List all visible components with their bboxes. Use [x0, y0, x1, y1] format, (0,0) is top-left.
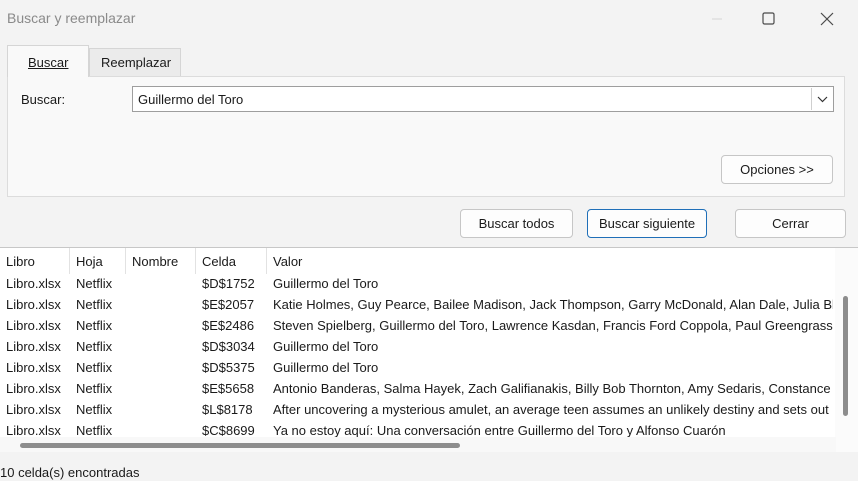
cell-libro: Libro.xlsx [6, 360, 61, 375]
table-row[interactable]: Libro.xlsx Netflix $L$8178 After uncovering… [0, 402, 836, 423]
column-header-valor[interactable]: Valor [267, 248, 835, 274]
cell-nombre [132, 402, 196, 423]
tab-buscar-label: Buscar [28, 55, 69, 70]
cell-valor: Guillermo del Toro [273, 276, 379, 291]
cell-hoja: Netflix [76, 402, 113, 417]
cell-nombre [132, 318, 196, 339]
vertical-scroll-thumb[interactable] [843, 296, 848, 416]
tab-buscar[interactable]: Buscar [7, 45, 89, 77]
cell-nombre [132, 381, 196, 402]
find-combobox[interactable]: Guillermo del Toro [132, 86, 834, 112]
cell-valor: Guillermo del Toro [273, 360, 379, 375]
status-text: 10 celda(s) encontradas [0, 465, 140, 480]
table-row[interactable]: Libro.xlsx Netflix $D$5375 Guillermo del To… [0, 360, 836, 381]
table-row[interactable]: Libro.xlsx Netflix $D$3034 Guillermo del To… [0, 339, 836, 360]
cell-valor: Guillermo del Toro [273, 339, 379, 354]
cell-valor: After uncovering a mysterious amulet, an… [273, 402, 829, 417]
cell-valor: Antonio Banderas, Salma Hayek, Zach Gali… [273, 381, 833, 396]
results-table: Libro Hoja Nombre Celda Valor Libro.xlsx… [0, 247, 858, 452]
find-label: Buscar: [21, 92, 66, 107]
cell-valor: Steven Spielberg, Guillermo del Toro, La… [273, 318, 833, 333]
column-header-hoja[interactable]: Hoja [70, 248, 126, 274]
cell-celda: $E$2486 [202, 318, 255, 333]
cell-libro: Libro.xlsx [6, 339, 61, 354]
find-all-button[interactable]: Buscar todos [460, 209, 573, 238]
window-title: Buscar y reemplazar [7, 10, 136, 26]
close-button[interactable]: Cerrar [735, 209, 846, 238]
column-header-nombre[interactable]: Nombre [126, 248, 196, 274]
vertical-scrollbar[interactable] [835, 248, 858, 452]
cell-hoja: Netflix [76, 318, 113, 333]
cell-hoja: Netflix [76, 276, 113, 291]
table-row[interactable]: Libro.xlsx Netflix $E$5658 Antonio Banderas… [0, 381, 836, 402]
cell-celda: $L$8178 [202, 402, 253, 417]
cell-nombre [132, 360, 196, 381]
table-row[interactable]: Libro.xlsx Netflix $D$1752 Guillermo del To… [0, 276, 836, 297]
column-header-celda[interactable]: Celda [196, 248, 267, 274]
table-row[interactable]: Libro.xlsx Netflix $E$2057 Katie Holmes, Gu… [0, 297, 836, 318]
cell-celda: $D$1752 [202, 276, 255, 291]
cell-nombre [132, 276, 196, 297]
cell-valor: Katie Holmes, Guy Pearce, Bailee Madison… [273, 297, 833, 312]
table-row[interactable]: Libro.xlsx Netflix $E$2486 Steven Spielberg… [0, 318, 836, 339]
find-input[interactable]: Guillermo del Toro [138, 92, 243, 107]
cell-celda: $D$5375 [202, 360, 255, 375]
cell-libro: Libro.xlsx [6, 402, 61, 417]
cell-nombre [132, 297, 196, 318]
find-next-button[interactable]: Buscar siguiente [587, 209, 707, 238]
cell-hoja: Netflix [76, 381, 113, 396]
maximize-icon[interactable] [757, 8, 779, 30]
cell-nombre [132, 339, 196, 360]
column-header-libro[interactable]: Libro [0, 248, 70, 274]
horizontal-scrollbar[interactable] [0, 437, 836, 452]
cell-hoja: Netflix [76, 297, 113, 312]
close-icon[interactable] [816, 8, 838, 30]
chevron-down-icon[interactable] [811, 88, 832, 110]
tab-reemplazar[interactable]: Reemplazar [89, 48, 181, 77]
tab-reemplazar-label: Reemplazar [101, 55, 172, 70]
options-button[interactable]: Opciones >> [721, 155, 833, 184]
cell-libro: Libro.xlsx [6, 318, 61, 333]
cell-libro: Libro.xlsx [6, 297, 61, 312]
cell-libro: Libro.xlsx [6, 381, 61, 396]
cell-libro: Libro.xlsx [6, 276, 61, 291]
cell-hoja: Netflix [76, 339, 113, 354]
cell-celda: $E$5658 [202, 381, 255, 396]
title-bar: Buscar y reemplazar [0, 0, 858, 38]
cell-hoja: Netflix [76, 360, 113, 375]
minimize-icon [706, 8, 728, 30]
cell-celda: $D$3034 [202, 339, 255, 354]
horizontal-scroll-thumb[interactable] [20, 443, 460, 448]
cell-celda: $E$2057 [202, 297, 255, 312]
